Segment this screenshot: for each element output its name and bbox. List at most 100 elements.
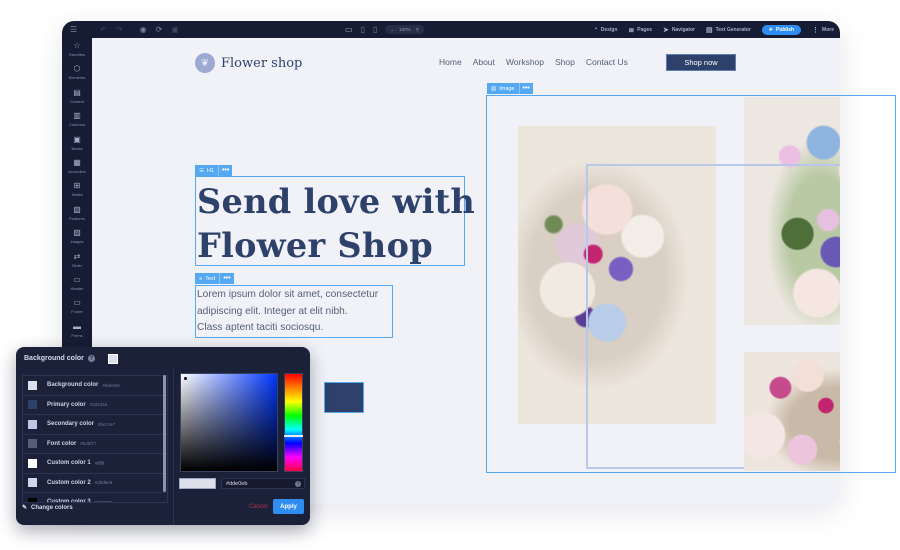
h1-more-icon[interactable]: ••• <box>219 167 232 174</box>
color-swatch <box>28 478 37 488</box>
sidebar-item-label: Slider <box>71 262 83 268</box>
color-hex: #d0d6e9 <box>94 480 113 486</box>
hue-slider[interactable] <box>284 373 303 472</box>
color-list-scrollbar[interactable] <box>163 375 166 492</box>
sidebar-item-accordion[interactable]: ▦ Accordion <box>68 158 86 181</box>
preview-icon[interactable]: ◉ <box>140 25 147 34</box>
nav-home[interactable]: Home <box>439 57 462 67</box>
color-preview <box>179 478 216 489</box>
text-selection-tag[interactable]: ≡ Text ••• <box>195 273 234 284</box>
elements-icon: ⬡ <box>73 64 81 74</box>
sidebar-item-label: Accordion <box>68 168 86 174</box>
sidebar-item-label: Footer <box>71 309 83 315</box>
undo-icon[interactable]: ↶ <box>100 25 107 34</box>
h1-selection-tag[interactable]: ☰ H1 ••• <box>195 165 233 176</box>
help-icon[interactable]: ? <box>87 355 95 362</box>
panel-divider <box>173 369 174 525</box>
sidebar-item-content[interactable]: ▤ Content <box>70 88 84 111</box>
redo-icon[interactable]: ↷ <box>116 25 123 34</box>
sidebar-item-label: Favorites <box>68 52 86 57</box>
text-generator-button[interactable]: ▤ Text Generator <box>706 26 751 34</box>
stage: ☰ ↶ ↷ ◉ ⟳ ▣ ▭ ▯ ▯ ⌄ 100% ⚲ ◔ Design ≣ Pa… <box>0 0 900 550</box>
current-color-swatch[interactable] <box>108 354 118 364</box>
pages-button[interactable]: ≣ Pages <box>628 26 652 34</box>
mobile-icon[interactable]: ▯ <box>373 25 377 34</box>
more-button[interactable]: ⋮ More <box>812 26 834 34</box>
text-more-icon[interactable]: ••• <box>220 275 233 282</box>
content-icon: ▤ <box>73 87 81 97</box>
navigator-button[interactable]: ➤ Navigator <box>663 26 695 34</box>
features-icon: ▧ <box>73 204 81 214</box>
design-button[interactable]: ◔ Design <box>594 26 618 33</box>
color-name: Font color <box>47 440 77 447</box>
color-hex: #2d416a <box>89 402 108 408</box>
boxes-icon: ▣ <box>73 134 81 144</box>
help-icon[interactable]: ? <box>295 480 301 487</box>
palette-icon: ◔ <box>593 26 598 33</box>
color-swatch <box>28 458 37 468</box>
site-logo[interactable]: ❦ Flower shop <box>195 53 302 73</box>
images-icon: ▨ <box>73 228 81 238</box>
image-selection-tag[interactable]: ▨ Image ••• <box>487 83 533 94</box>
brand-name: Flower shop <box>221 55 303 71</box>
color-list-item[interactable]: Custom color 1 #ffffff <box>23 454 167 474</box>
image-more-icon[interactable]: ••• <box>520 85 533 92</box>
sidebar-item-tables[interactable]: ⊞ Tables <box>71 181 83 204</box>
color-list-item[interactable]: Primary color #2d416a <box>23 396 167 415</box>
apply-button[interactable]: Apply <box>273 499 304 514</box>
hex-input[interactable]: #dde0eb ? <box>221 478 305 489</box>
sidebar-item-label: Features <box>69 215 85 221</box>
sidebar-item-slider[interactable]: ⇄ Slider <box>72 252 82 275</box>
text-generator-icon: ▤ <box>705 26 713 34</box>
refresh-icon[interactable]: ⟳ <box>156 25 163 34</box>
color-name: Custom color 3 <box>47 499 91 503</box>
color-swatch <box>28 439 37 449</box>
nav-workshop[interactable]: Workshop <box>506 57 544 67</box>
color-hex: #000000 <box>94 499 113 503</box>
tablet-icon[interactable]: ▯ <box>361 25 365 34</box>
color-name: Custom color 2 <box>47 479 91 486</box>
menu-icon[interactable]: ☰ <box>70 25 77 34</box>
zoom-selector[interactable]: ⌄ 100% ⚲ <box>385 25 424 34</box>
nav-contact[interactable]: Contact Us <box>586 57 628 67</box>
sidebar-item-columns[interactable]: ▥ Columns <box>69 111 85 134</box>
sidebar-item-footer[interactable]: ▭ Footer <box>71 298 83 321</box>
color-swatch <box>28 497 37 502</box>
hero-button-selected[interactable] <box>324 382 364 413</box>
sidebar-item-boxes[interactable]: ▣ Boxes <box>71 135 82 158</box>
navigator-icon: ➤ <box>663 26 669 34</box>
sidebar-item-images[interactable]: ▨ Images <box>70 228 83 251</box>
publish-button[interactable]: ✈ Publish <box>761 24 802 35</box>
image-selection-box[interactable] <box>486 95 896 473</box>
change-colors-link[interactable]: ✎ Change colors <box>22 504 73 512</box>
save-icon[interactable]: ▣ <box>171 25 179 34</box>
hero-heading[interactable]: Send love with Flower Shop <box>197 180 475 268</box>
sidebar-item-favorites[interactable]: ☆ Favorites <box>69 41 85 64</box>
color-list-item[interactable]: Secondary color #bcc7e7 <box>23 415 167 435</box>
cancel-button[interactable]: Cancel <box>249 504 268 510</box>
columns-icon: ▥ <box>73 111 81 121</box>
color-list-item[interactable]: Custom color 3 #000000 <box>23 493 167 503</box>
sidebar-item-label: Boxes <box>71 145 83 151</box>
color-list-item[interactable]: Custom color 2 #d0d6e9 <box>23 474 167 493</box>
color-list-item[interactable]: Font color #545f77 <box>23 435 167 454</box>
nav-shop[interactable]: Shop <box>555 57 575 67</box>
sidebar-item-header[interactable]: ▭ Header <box>70 275 83 298</box>
hero-paragraph[interactable]: Lorem ipsum dolor sit amet, consectetur … <box>197 287 378 337</box>
shop-now-button[interactable]: Shop now <box>666 54 736 71</box>
lock-icon: ⚲ <box>415 26 419 32</box>
hue-handle[interactable] <box>284 435 303 437</box>
accordion-icon: ▦ <box>73 157 81 167</box>
color-list: Background color #dde0eb Primary color #2d4… <box>22 375 168 503</box>
color-cursor[interactable] <box>184 377 187 380</box>
color-hex: #545f77 <box>80 441 97 447</box>
color-picker-panel: Background color ? Background color #dde0… <box>16 347 310 525</box>
sidebar-item-elements[interactable]: ⬡ Elements <box>69 64 86 87</box>
nav-about[interactable]: About <box>473 57 495 67</box>
desktop-icon[interactable]: ▭ <box>345 25 353 34</box>
sidebar-item-label: Forms <box>71 332 83 338</box>
color-list-item[interactable]: Background color #dde0eb <box>23 376 167 396</box>
sidebar-item-features[interactable]: ▧ Features <box>69 205 85 228</box>
saturation-value-area[interactable] <box>180 373 278 472</box>
sidebar-item-forms[interactable]: ▬ Forms <box>71 322 82 345</box>
